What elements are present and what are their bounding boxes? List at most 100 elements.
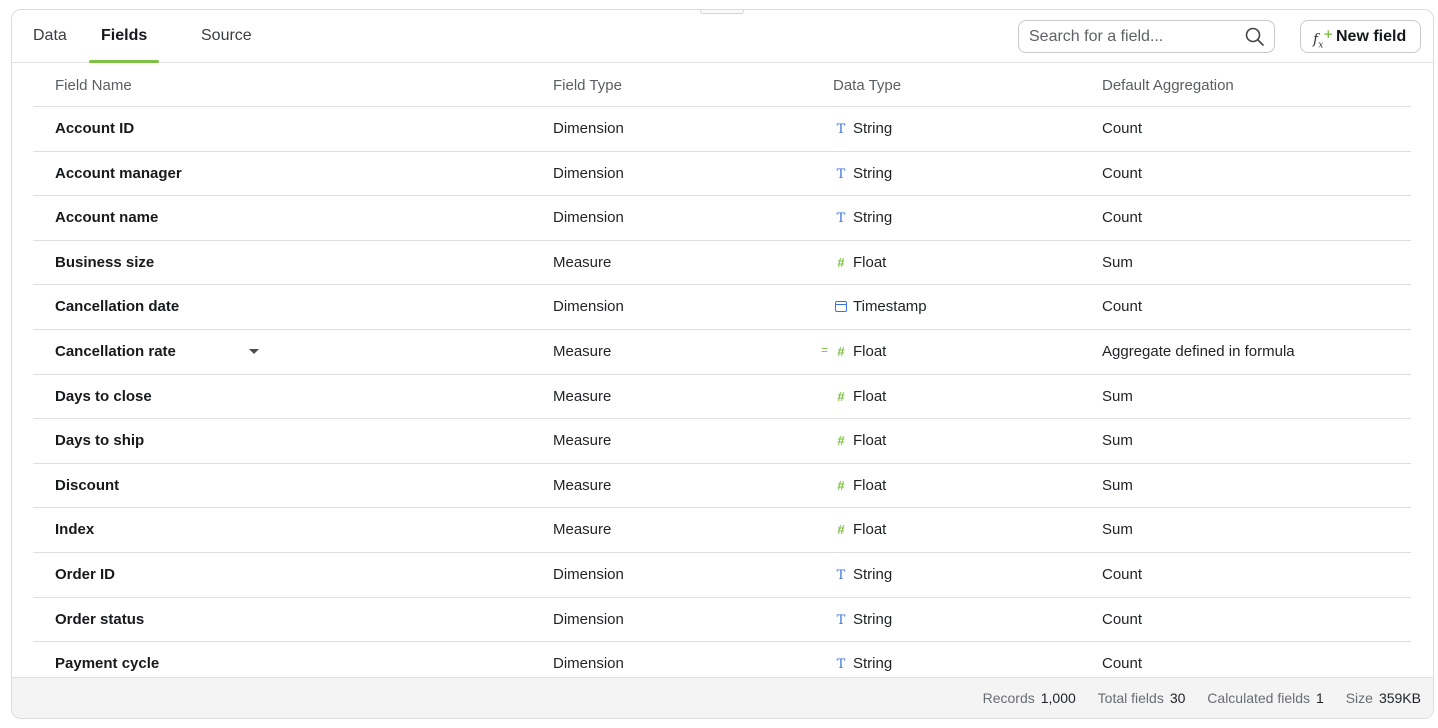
- default-aggregation[interactable]: Sum: [1102, 477, 1133, 494]
- tab-fields[interactable]: Fields: [88, 10, 160, 63]
- default-aggregation[interactable]: Sum: [1102, 388, 1133, 405]
- column-header-field-name[interactable]: Field Name: [55, 77, 132, 94]
- table-row[interactable]: Account name Dimension T String Count: [33, 196, 1411, 241]
- data-type: T String: [833, 655, 893, 673]
- search-input[interactable]: [1029, 21, 1239, 52]
- default-aggregation[interactable]: Count: [1102, 655, 1142, 672]
- data-type-label: Float: [853, 387, 887, 405]
- field-type: Dimension: [553, 120, 624, 137]
- table-row[interactable]: Business size Measure # Float Sum: [33, 241, 1411, 286]
- field-name: Payment cycle: [55, 655, 160, 673]
- field-name: Cancellation date: [55, 298, 180, 316]
- table-row[interactable]: Index Measure # Float Sum: [33, 508, 1411, 553]
- field-type: Dimension: [553, 164, 624, 182]
- data-type-label: Float: [853, 432, 887, 450]
- table-row[interactable]: Days to close Measure # Float Sum: [33, 375, 1411, 420]
- fx-icon: fx+: [1313, 27, 1334, 51]
- data-type-label: String: [853, 655, 893, 673]
- field-type: Dimension: [553, 565, 624, 583]
- data-type: # Float: [833, 521, 886, 538]
- data-type-label: Float: [853, 521, 887, 539]
- default-aggregation[interactable]: Aggregate defined in formula: [1102, 343, 1295, 360]
- calculated-fields-stat: Calculated fields 1: [1207, 690, 1324, 706]
- calculated-field-icon: =: [821, 342, 829, 357]
- field-type: Measure: [553, 476, 612, 494]
- field-type: Measure: [553, 253, 612, 271]
- data-type: T String: [833, 164, 893, 182]
- tab-data[interactable]: Data: [33, 10, 67, 63]
- table-body[interactable]: Account ID Dimension T String Count Account m…: [33, 107, 1411, 687]
- field-name: Discount: [55, 476, 120, 494]
- string-type-icon: T: [836, 122, 846, 137]
- string-type-icon: T: [836, 567, 846, 583]
- table-row[interactable]: Account ID Dimension T String Count: [33, 107, 1411, 152]
- data-type: = # Float: [821, 342, 887, 360]
- data-type: # Float: [833, 477, 886, 494]
- search-box: [1018, 20, 1275, 53]
- column-header-default-aggregation[interactable]: Default Aggregation: [1102, 77, 1234, 94]
- default-aggregation[interactable]: Count: [1102, 566, 1142, 583]
- table-header: Field Name Field Type Data Type Default …: [33, 63, 1411, 107]
- tab-source[interactable]: Source: [201, 10, 252, 63]
- field-name: Account manager: [55, 164, 182, 182]
- table-row[interactable]: Days to ship Measure # Float Sum: [33, 419, 1411, 464]
- table-row[interactable]: Cancellation date Dimension Timestamp Count: [33, 285, 1411, 330]
- field-type: Measure: [553, 387, 612, 405]
- field-name: Account ID: [55, 120, 135, 137]
- field-type: Measure: [553, 521, 612, 539]
- string-type-icon: T: [836, 657, 846, 673]
- field-name: Cancellation rate: [55, 342, 176, 360]
- number-type-icon: #: [837, 522, 845, 538]
- default-aggregation[interactable]: Count: [1102, 209, 1142, 226]
- string-type-icon: T: [836, 166, 846, 182]
- data-type: Timestamp: [833, 298, 927, 315]
- data-type: # Float: [833, 254, 886, 271]
- field-type: Dimension: [553, 610, 624, 628]
- default-aggregation[interactable]: Count: [1102, 165, 1142, 182]
- new-field-button[interactable]: fx+ New field: [1300, 20, 1421, 53]
- search-icon[interactable]: [1244, 26, 1266, 48]
- default-aggregation[interactable]: Count: [1102, 120, 1142, 137]
- table-row[interactable]: Order status Dimension T String Count: [33, 598, 1411, 643]
- field-name: Order ID: [55, 565, 116, 583]
- field-name: Account name: [55, 209, 159, 227]
- table-row[interactable]: Order ID Dimension T String Count: [33, 553, 1411, 598]
- column-header-field-type[interactable]: Field Type: [553, 77, 622, 94]
- default-aggregation[interactable]: Count: [1102, 298, 1142, 315]
- data-type-label: String: [853, 610, 893, 628]
- records-stat: Records 1,000: [982, 690, 1076, 706]
- calendar-icon: [835, 301, 847, 313]
- table-row[interactable]: Account manager Dimension T String Count: [33, 152, 1411, 197]
- number-type-icon: #: [837, 477, 845, 493]
- field-type: Dimension: [553, 298, 624, 316]
- chevron-down-icon[interactable]: [249, 348, 259, 354]
- data-type: # Float: [833, 388, 886, 405]
- data-type-label: Float: [853, 253, 887, 271]
- table-row[interactable]: Discount Measure # Float Sum: [33, 464, 1411, 509]
- default-aggregation[interactable]: Count: [1102, 611, 1142, 628]
- default-aggregation[interactable]: Sum: [1102, 432, 1133, 449]
- default-aggregation[interactable]: Sum: [1102, 521, 1133, 538]
- number-type-icon: #: [837, 388, 845, 404]
- field-name: Days to ship: [55, 432, 145, 450]
- data-type-label: Float: [853, 342, 887, 360]
- field-name: Index: [55, 521, 95, 539]
- field-name: Order status: [55, 610, 145, 628]
- total-fields-stat: Total fields 30: [1097, 690, 1186, 706]
- column-header-data-type[interactable]: Data Type: [833, 77, 901, 94]
- data-type-label: Float: [853, 476, 887, 494]
- string-type-icon: T: [836, 211, 846, 227]
- data-type: T String: [833, 566, 893, 583]
- panel-header: Data Fields Source fx+ New field: [12, 10, 1433, 63]
- data-type: T String: [833, 209, 893, 227]
- default-aggregation[interactable]: Sum: [1102, 254, 1133, 271]
- field-type: Measure: [553, 432, 612, 450]
- new-field-label: New field: [1336, 28, 1407, 45]
- data-type: # Float: [833, 432, 886, 449]
- status-footer: Records 1,000 Total fields 30 Calculated f…: [12, 677, 1433, 718]
- fields-table: Field Name Field Type Data Type Default …: [33, 63, 1411, 687]
- data-type-label: String: [853, 164, 893, 182]
- table-row[interactable]: Cancellation rate Measure = # Float Aggregate…: [33, 330, 1411, 375]
- data-type: T String: [833, 120, 893, 137]
- data-type-label: Timestamp: [853, 298, 927, 316]
